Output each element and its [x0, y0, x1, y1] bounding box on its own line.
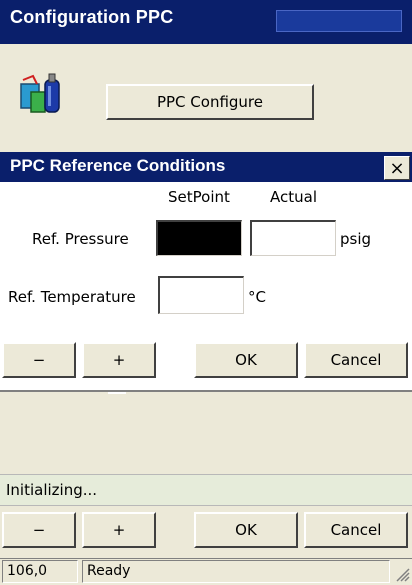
dialog-cancel-button[interactable]: Cancel: [304, 342, 408, 378]
dialog-minus-button[interactable]: −: [2, 342, 76, 378]
bottom-ok-button[interactable]: OK: [194, 512, 298, 548]
dialog-titlebar: PPC Reference Conditions: [0, 152, 412, 182]
ref-temperature-field[interactable]: [158, 276, 244, 314]
separator-highlight: [108, 392, 126, 394]
dialog-ok-button[interactable]: OK: [194, 342, 298, 378]
ref-pressure-label: Ref. Pressure: [32, 230, 129, 248]
dialog-separator: [0, 390, 412, 392]
ref-pressure-actual-field[interactable]: [250, 220, 336, 256]
status-bar-state: Ready: [82, 560, 390, 583]
bottom-cancel-button[interactable]: Cancel: [304, 512, 408, 548]
ref-pressure-setpoint-field[interactable]: [156, 220, 242, 256]
titlebar-panel: [276, 10, 402, 32]
bottom-minus-button[interactable]: −: [2, 512, 76, 548]
dialog-title: PPC Reference Conditions: [10, 156, 226, 175]
actual-column-header: Actual: [270, 188, 317, 206]
window-titlebar: Configuration PPC: [0, 0, 412, 44]
bottom-plus-button[interactable]: +: [82, 512, 156, 548]
resize-grip-icon[interactable]: [394, 566, 410, 582]
ref-pressure-unit: psig: [340, 230, 372, 248]
ref-temperature-unit: °C: [248, 288, 266, 306]
status-bar-value: 106,0: [2, 560, 78, 583]
status-message: Initializing...: [6, 481, 98, 499]
dialog-plus-button[interactable]: +: [82, 342, 156, 378]
window-title: Configuration PPC: [10, 7, 174, 27]
setpoint-column-header: SetPoint: [168, 188, 230, 206]
close-icon[interactable]: ×: [384, 156, 410, 180]
ref-temperature-label: Ref. Temperature: [8, 288, 136, 306]
ppc-configure-button[interactable]: PPC Configure: [106, 84, 314, 120]
ppc-app-icon[interactable]: [17, 72, 65, 118]
status-message-bar: Initializing...: [0, 474, 412, 506]
